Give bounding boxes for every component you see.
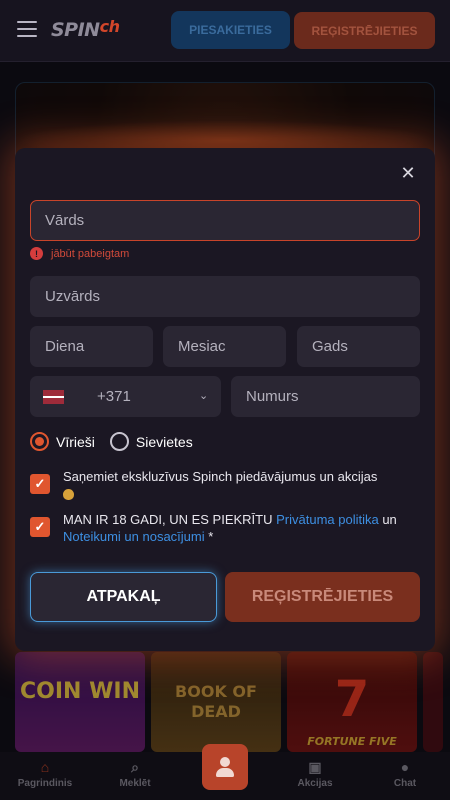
birth-month-input[interactable]: Mesiac (163, 326, 286, 367)
age-terms-consent: ✓ MAN IR 18 GADI, UN ES PIEKRĪTU Privātu… (30, 511, 425, 545)
phone-number-input[interactable]: Numurs (231, 376, 420, 417)
first-name-input[interactable]: Vārds (30, 200, 420, 241)
register-header-button[interactable]: REĢISTRĒJIETIES (294, 12, 435, 49)
country-code-select[interactable]: +371 ⌄ (30, 376, 221, 417)
gender-selector: Vīrieši Sievietes (30, 432, 208, 451)
error-icon: ! (30, 247, 43, 260)
last-name-input[interactable]: Uzvārds (30, 276, 420, 317)
offers-consent: ✓ Saņemiet ekskluzīvus Spinch piedāvājum… (30, 468, 425, 502)
gender-male-label[interactable]: Vīrieši (56, 434, 95, 450)
user-icon (216, 757, 234, 777)
login-button[interactable]: PIESAKIETIES (171, 11, 290, 49)
terms-link[interactable]: Noteikumi un nosacījumi (63, 529, 205, 544)
birth-day-input[interactable]: Diena (30, 326, 153, 367)
gender-female-radio[interactable] (109, 432, 129, 451)
top-header: SPINch PIESAKIETIES REĢISTRĒJIETIES (0, 0, 450, 62)
gender-female-label[interactable]: Sievietes (136, 434, 193, 450)
hamburger-menu-icon[interactable] (17, 21, 37, 39)
privacy-policy-link[interactable]: Privātuma politika (276, 512, 379, 527)
gender-male-radio[interactable] (30, 432, 49, 451)
error-text: jābūt pabeigtam (51, 247, 130, 260)
spinch-logo[interactable]: SPINch (51, 17, 120, 41)
registration-modal: ✕ Vārds ! jābūt pabeigtam Uzvārds Diena … (15, 148, 435, 651)
chevron-down-icon: ⌄ (199, 390, 209, 402)
account-button[interactable] (202, 744, 248, 790)
country-code-value: +371 (97, 388, 131, 405)
first-name-error: ! jābūt pabeigtam (30, 247, 129, 260)
register-submit-button[interactable]: REĢISTRĒJIETIES (225, 572, 420, 622)
offers-label: Saņemiet ekskluzīvus Spinch piedāvājumus… (63, 468, 377, 502)
back-button[interactable]: ATPAKAĻ (30, 572, 217, 622)
money-bag-icon (63, 489, 74, 501)
terms-label: MAN IR 18 GADI, UN ES PIEKRĪTU Privātuma… (63, 512, 397, 544)
close-icon[interactable]: ✕ (399, 164, 417, 182)
latvia-flag-icon (43, 389, 64, 404)
terms-checkbox[interactable]: ✓ (30, 517, 50, 537)
birth-year-input[interactable]: Gads (297, 326, 420, 367)
offers-checkbox[interactable]: ✓ (30, 474, 50, 494)
